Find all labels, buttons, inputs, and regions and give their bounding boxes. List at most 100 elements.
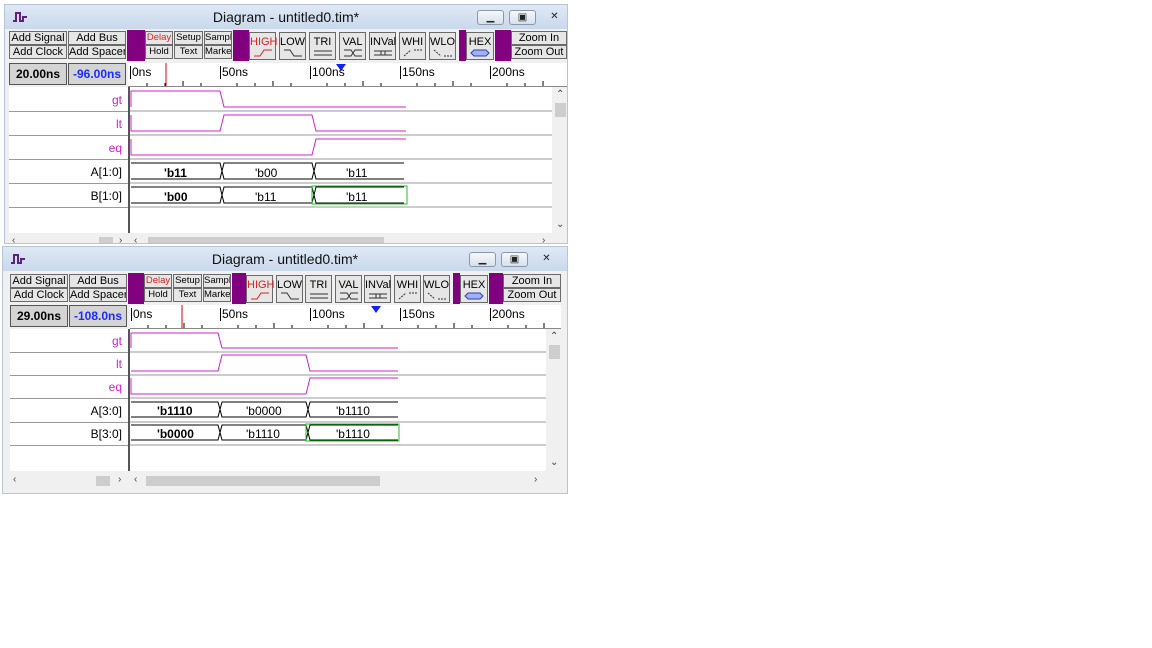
waveform-area[interactable]: 'b1110 'b0000 'b1110 'b0000 'b1110 'b111…	[130, 329, 546, 471]
scroll-right-icon[interactable]: ›	[118, 474, 121, 485]
title-bar[interactable]: Diagram - untitled0.tim* ▁ ▣ ✕	[3, 247, 567, 271]
delay-button[interactable]: Delay	[144, 274, 172, 288]
inval-wave-icon	[369, 293, 387, 299]
scroll-thumb[interactable]	[96, 476, 110, 486]
hex-button[interactable]: HEX	[466, 32, 494, 60]
minimize-icon[interactable]: ▁	[477, 10, 504, 25]
restore-icon[interactable]: ▣	[501, 252, 528, 267]
add-signal-button[interactable]: Add Signal	[9, 31, 67, 45]
close-icon[interactable]: ✕	[533, 252, 560, 267]
signal-name-gt[interactable]: gt	[112, 334, 122, 348]
marker-triangle-icon[interactable]	[371, 306, 381, 313]
signal-name-b[interactable]: B[3:0]	[91, 427, 122, 441]
sample-button[interactable]: Sample	[204, 31, 232, 45]
scroll-left-icon[interactable]: ‹	[13, 474, 16, 485]
delay-button[interactable]: Delay	[145, 31, 173, 45]
title-bar[interactable]: Diagram - untitled0.tim* ▁ ▣ ✕	[5, 5, 567, 29]
scroll-left-icon[interactable]: ‹	[134, 235, 137, 243]
scroll-thumb[interactable]	[549, 345, 560, 359]
text-button[interactable]: Text	[174, 45, 203, 59]
scroll-right-icon[interactable]: ›	[542, 235, 545, 243]
vertical-scrollbar[interactable]: ⌃ ⌄	[546, 329, 563, 471]
hex-button[interactable]: HEX	[460, 275, 488, 303]
scroll-thumb[interactable]	[146, 476, 380, 486]
inval-button[interactable]: INVal	[369, 32, 396, 60]
hex-bus-icon	[464, 292, 484, 300]
scroll-thumb[interactable]	[555, 103, 566, 117]
setup-button[interactable]: Setup	[174, 31, 203, 45]
text-button[interactable]: Text	[173, 288, 202, 302]
add-spacer-button[interactable]: Add Spacer	[69, 288, 127, 302]
low-button[interactable]: LOW	[276, 275, 303, 303]
minimize-icon[interactable]: ▁	[469, 252, 496, 267]
wlo-button[interactable]: WLO	[429, 32, 456, 60]
inval-button[interactable]: INVal	[364, 275, 391, 303]
tri-button[interactable]: TRI	[305, 275, 332, 303]
zoom-out-button[interactable]: Zoom Out	[503, 288, 561, 302]
signal-name-a[interactable]: A[1:0]	[91, 165, 122, 179]
signal-name-b[interactable]: B[1:0]	[91, 189, 122, 203]
hold-button[interactable]: Hold	[144, 288, 172, 302]
sample-button[interactable]: Sample	[203, 274, 231, 288]
add-bus-button[interactable]: Add Bus	[68, 31, 126, 45]
scroll-left-icon[interactable]: ‹	[12, 235, 15, 243]
add-clock-button[interactable]: Add Clock	[9, 45, 67, 59]
whi-button[interactable]: WHI	[399, 32, 426, 60]
low-button[interactable]: LOW	[279, 32, 306, 60]
add-clock-button[interactable]: Add Clock	[10, 288, 68, 302]
signal-name-lt[interactable]: lt	[116, 117, 122, 131]
bus-value: 'b11	[164, 166, 187, 180]
wlo-button[interactable]: WLO	[423, 275, 450, 303]
row-divider	[9, 207, 128, 208]
scroll-up-icon[interactable]: ⌃	[556, 89, 564, 100]
val-button[interactable]: VAL	[335, 275, 362, 303]
waveform-eq[interactable]	[130, 138, 406, 156]
waveform-lt[interactable]	[130, 114, 406, 132]
hold-button[interactable]: Hold	[145, 45, 173, 59]
timing-diagram-window-2: Diagram - untitled0.tim* ▁ ▣ ✕ Add Signa…	[2, 246, 568, 494]
zoom-in-button[interactable]: Zoom In	[503, 274, 561, 288]
whi-button[interactable]: WHI	[394, 275, 421, 303]
waveform-horizontal-scrollbar[interactable]: ‹ ›	[130, 234, 552, 243]
add-spacer-button[interactable]: Add Spacer	[68, 45, 126, 59]
scroll-left-icon[interactable]: ‹	[134, 474, 137, 485]
zoom-out-button[interactable]: Zoom Out	[511, 45, 567, 59]
high-button[interactable]: HIGH	[246, 275, 275, 303]
vertical-scrollbar[interactable]: ⌃ ⌄	[552, 87, 567, 233]
signal-name-a[interactable]: A[3:0]	[91, 404, 122, 418]
scroll-down-icon[interactable]: ⌄	[556, 219, 564, 230]
waveform-horizontal-scrollbar[interactable]: ‹ ›	[130, 473, 546, 488]
hex-bus-icon	[470, 49, 490, 57]
scroll-thumb[interactable]	[148, 237, 384, 243]
close-icon[interactable]: ✕	[541, 10, 567, 25]
waveform-gt[interactable]	[130, 90, 406, 108]
val-button[interactable]: VAL	[339, 32, 366, 60]
names-horizontal-scrollbar[interactable]: ‹ ›	[9, 234, 130, 243]
scroll-down-icon[interactable]: ⌄	[550, 457, 558, 468]
signal-name-gt[interactable]: gt	[112, 93, 122, 107]
waveform-eq[interactable]	[130, 377, 398, 395]
scroll-right-icon[interactable]: ›	[534, 474, 537, 485]
signal-name-eq[interactable]: eq	[109, 380, 122, 394]
zoom-in-button[interactable]: Zoom In	[511, 31, 567, 45]
signal-name-lt[interactable]: lt	[116, 357, 122, 371]
time-ruler[interactable]: 0ns 50ns 100ns 150ns 200ns	[130, 305, 561, 329]
scroll-up-icon[interactable]: ⌃	[550, 331, 558, 342]
waveform-lt[interactable]	[131, 354, 398, 372]
restore-icon[interactable]: ▣	[509, 10, 536, 25]
waveform-gt[interactable]	[130, 332, 398, 349]
ruler-label: 0ns	[130, 65, 152, 79]
signal-name-eq[interactable]: eq	[109, 141, 122, 155]
names-horizontal-scrollbar[interactable]: ‹ ›	[10, 473, 130, 488]
add-signal-button[interactable]: Add Signal	[10, 274, 68, 288]
tri-button[interactable]: TRI	[309, 32, 336, 60]
time-ruler[interactable]: 0ns 50ns 100ns 150ns 200ns	[128, 63, 567, 87]
scroll-right-icon[interactable]: ›	[119, 235, 122, 243]
scroll-thumb[interactable]	[99, 237, 113, 243]
add-bus-button[interactable]: Add Bus	[69, 274, 127, 288]
high-button[interactable]: HIGH	[249, 32, 278, 60]
marker-button[interactable]: Marker	[203, 288, 231, 302]
waveform-area[interactable]: 'b11 'b00 'b11 'b00 'b11 'b11	[130, 87, 552, 233]
marker-button[interactable]: Marker	[204, 45, 232, 59]
setup-button[interactable]: Setup	[173, 274, 202, 288]
